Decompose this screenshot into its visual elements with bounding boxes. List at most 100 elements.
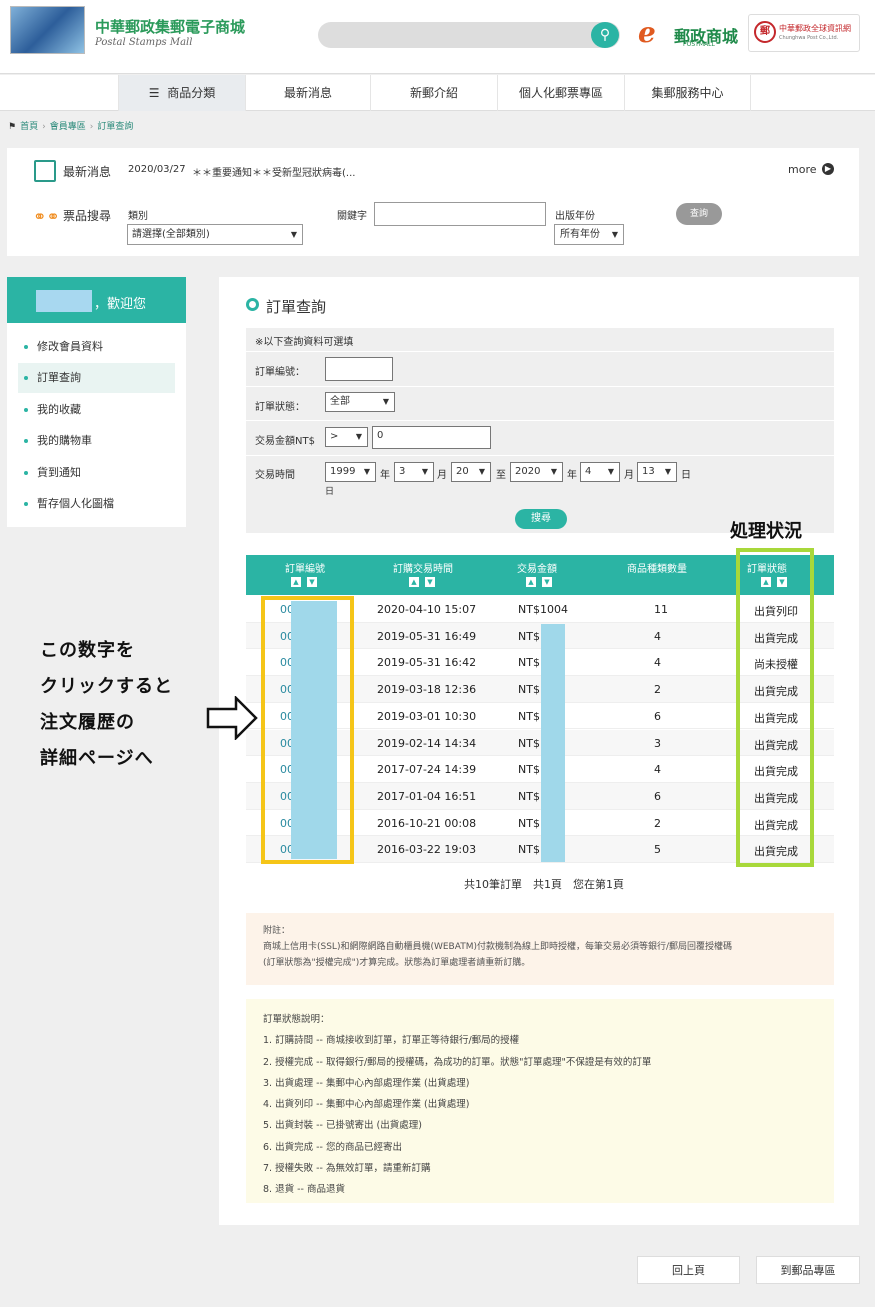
bullet-icon xyxy=(24,345,28,349)
dropdown-arrow-icon: ▼ xyxy=(607,467,614,476)
sidebar-item-label: 我的收藏 xyxy=(37,403,81,416)
global-logo-en: Chunghwa Post Co.,Ltd. xyxy=(779,35,839,41)
year-unit: 年 xyxy=(380,470,390,481)
nav-item-categories[interactable]: ☰ 商品分類 xyxy=(118,75,246,111)
order-no-input[interactable] xyxy=(325,357,393,381)
breadcrumb-member[interactable]: 會員專區 xyxy=(50,122,86,132)
query-button[interactable]: 查詢 xyxy=(676,203,722,225)
nav-item-news[interactable]: 最新消息 xyxy=(246,75,371,111)
sidebar-item-cart[interactable]: 我的購物車 xyxy=(18,426,175,456)
order-qty: 4 xyxy=(654,656,661,670)
stamp-logo-image[interactable] xyxy=(10,6,85,54)
status-explanation-item: 4. 出貨列印 -- 集郵中心內部處理作業 (出貨處理) xyxy=(263,1099,470,1111)
divider xyxy=(246,455,834,456)
day-unit: 日 xyxy=(325,487,335,497)
category-label: 類別 xyxy=(128,211,148,222)
status-select[interactable]: 全部 ▼ xyxy=(325,392,395,412)
chunghwa-post-icon: 郵 xyxy=(754,21,776,43)
sidebar-item-label: 修改會員資料 xyxy=(37,340,103,353)
status-explanation-item: 8. 退貨 -- 商品退貨 xyxy=(263,1184,345,1196)
sidebar-item-saved-images[interactable]: 暫存個人化圖檔 xyxy=(18,489,175,519)
keyword-input[interactable] xyxy=(374,202,546,226)
order-amount: NT$ xyxy=(518,683,540,697)
sort-up-icon[interactable]: ▲ xyxy=(409,577,419,587)
order-time: 2019-05-31 16:42 xyxy=(377,656,477,670)
search-icon[interactable]: ⚲ xyxy=(591,22,619,48)
global-logo-text: 中華郵政全球資訊網 xyxy=(779,24,851,33)
welcome-text: ，歡迎您 xyxy=(94,297,147,312)
dropdown-arrow-icon: ▼ xyxy=(664,467,671,476)
postmall-logo-en: POSTMALL xyxy=(683,41,715,48)
from-month-value: 3 xyxy=(399,466,406,477)
category-value: 請選擇(全部類別) xyxy=(132,229,210,240)
note-title: 附註： xyxy=(263,926,291,936)
divider xyxy=(246,386,834,387)
order-time: 2019-02-14 14:34 xyxy=(377,736,477,750)
filter-note: ※以下查詢資料可選填 xyxy=(255,337,354,348)
page-title: 訂單查詢 xyxy=(266,298,327,316)
order-amount: NT$ xyxy=(518,736,540,750)
from-day-value: 20 xyxy=(456,466,469,477)
order-qty: 11 xyxy=(654,603,668,616)
col-amount: 交易金額 xyxy=(517,564,557,575)
sort-down-icon[interactable]: ▼ xyxy=(307,577,317,587)
amount-input[interactable]: 0 xyxy=(372,426,491,449)
sidebar-item-label: 訂單查詢 xyxy=(37,371,81,384)
amount-operator-select[interactable]: > ▼ xyxy=(325,427,368,447)
year-select[interactable]: 所有年份 ▼ xyxy=(554,224,624,245)
order-qty: 2 xyxy=(654,683,661,697)
dropdown-arrow-icon: ▼ xyxy=(478,467,485,476)
amount-redaction xyxy=(541,624,565,862)
sort-down-icon[interactable]: ▼ xyxy=(425,577,435,587)
order-qty: 4 xyxy=(654,629,661,643)
order-time: 2016-03-22 19:03 xyxy=(377,843,477,857)
order-qty: 2 xyxy=(654,816,661,830)
site-title[interactable]: 中華郵政集郵電子商城 xyxy=(95,16,245,37)
note-line: (訂單狀態為"授權完成")才算完成。狀態為訂單處理者請重新訂購。 xyxy=(263,958,531,968)
dropdown-arrow-icon: ▼ xyxy=(355,432,362,441)
divider xyxy=(246,351,834,352)
to-day-value: 13 xyxy=(642,466,655,477)
sidebar-item-favorites[interactable]: 我的收藏 xyxy=(18,395,175,425)
chevron-right-icon[interactable]: ▶ xyxy=(822,163,834,175)
postmall-logo-icon[interactable]: e xyxy=(638,16,656,49)
stamps-area-button[interactable]: 到郵品專區 xyxy=(756,1256,860,1284)
sidebar-item-arrival-notice[interactable]: 貨到通知 xyxy=(18,458,175,488)
nav-item-service-center[interactable]: 集郵服務中心 xyxy=(625,75,751,111)
sort-up-icon[interactable]: ▲ xyxy=(291,577,301,587)
from-month-select[interactable]: 3 ▼ xyxy=(394,462,434,482)
bullet-icon xyxy=(24,439,28,443)
news-icon xyxy=(34,160,56,182)
sidebar-item-label: 暫存個人化圖檔 xyxy=(37,497,114,510)
order-search-button[interactable]: 搜尋 xyxy=(515,509,567,529)
breadcrumb-home[interactable]: 首頁 xyxy=(20,122,38,132)
from-year-select[interactable]: 1999 ▼ xyxy=(325,462,376,482)
member-name-redacted xyxy=(36,290,92,312)
order-amount: NT$ xyxy=(518,816,540,830)
to-day-select[interactable]: 13 ▼ xyxy=(637,462,677,482)
category-select[interactable]: 請選擇(全部類別) ▼ xyxy=(127,224,303,245)
news-headline-link[interactable]: ＊＊重要通知＊＊受新型冠狀病毒(... xyxy=(192,164,355,179)
sort-up-icon[interactable]: ▲ xyxy=(526,577,536,587)
breadcrumb-current[interactable]: 訂單查詢 xyxy=(97,122,133,132)
to-word: 至 xyxy=(496,470,506,481)
right-arrow-icon xyxy=(206,696,258,740)
sidebar-item-edit-profile[interactable]: 修改會員資料 xyxy=(18,332,175,362)
news-more-link[interactable]: more xyxy=(788,163,817,176)
sort-down-icon[interactable]: ▼ xyxy=(542,577,552,587)
dropdown-arrow-icon: ▼ xyxy=(550,467,557,476)
nav-item-new-stamps[interactable]: 新郵介紹 xyxy=(371,75,498,111)
back-button[interactable]: 回上頁 xyxy=(637,1256,740,1284)
sidebar-item-order-query[interactable]: 訂單查詢 xyxy=(18,363,175,393)
keyword-label: 關鍵字 xyxy=(337,211,367,222)
to-year-select[interactable]: 2020 ▼ xyxy=(510,462,563,482)
status-label: 訂單狀態： xyxy=(255,402,305,413)
order-amount: NT$ xyxy=(518,763,540,777)
year-unit: 年 xyxy=(567,470,577,481)
status-explanation-item: 6. 出貨完成 -- 您的商品已經寄出 xyxy=(263,1141,402,1153)
annotation-line: 詳細ページへ xyxy=(40,748,154,769)
to-month-select[interactable]: 4 ▼ xyxy=(580,462,620,482)
site-search-input[interactable] xyxy=(318,22,620,48)
nav-item-personalized[interactable]: 個人化郵票專區 xyxy=(498,75,625,111)
from-day-select[interactable]: 20 ▼ xyxy=(451,462,491,482)
